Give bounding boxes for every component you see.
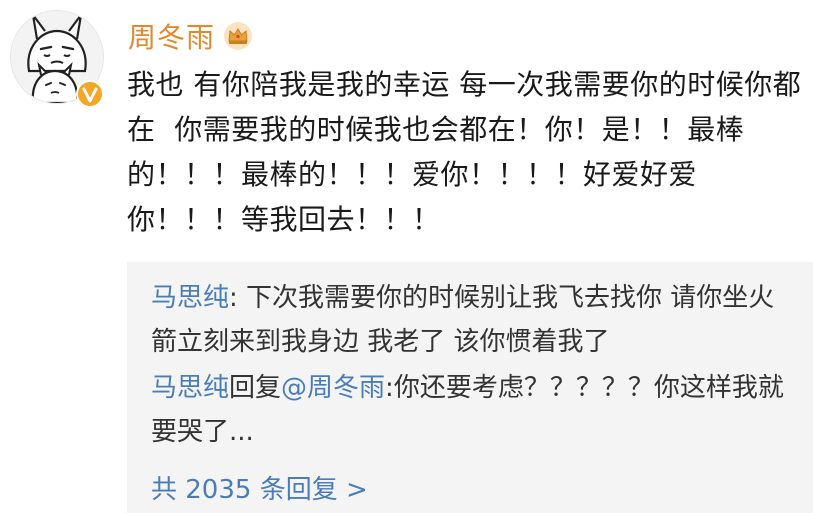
view-all-replies-link[interactable]: 共 2035 条回复 > <box>151 468 368 512</box>
reply-author[interactable]: 马思纯 <box>151 283 229 313</box>
reply-target-mention[interactable]: @周冬雨 <box>281 373 385 403</box>
reply-separator: : <box>229 283 247 313</box>
reply-item[interactable]: 马思纯: 下次我需要你的时候别让我飞去找你 请你坐火箭立刻来到我身边 我老了 该… <box>151 276 791 364</box>
reply-word: 回复 <box>229 373 282 403</box>
reply-section: 马思纯: 下次我需要你的时候别让我飞去找你 请你坐火箭立刻来到我身边 我老了 该… <box>127 262 813 513</box>
reply-author[interactable]: 马思纯 <box>151 373 229 403</box>
crown-icon[interactable] <box>223 21 253 51</box>
verified-icon <box>76 80 104 108</box>
post-header: 周冬雨 <box>128 14 253 58</box>
author-name[interactable]: 周冬雨 <box>128 16 215 56</box>
avatar-container[interactable] <box>10 10 110 110</box>
reply-item[interactable]: 马思纯回复@周冬雨:你还要考虑？？？？？你这样我就要哭了... <box>151 366 791 454</box>
reply-separator: : <box>385 373 394 403</box>
post-text: 我也 有你陪我是我的幸运 每一次我需要你的时候你都在 你需要我的时候我也会都在！… <box>127 68 802 236</box>
